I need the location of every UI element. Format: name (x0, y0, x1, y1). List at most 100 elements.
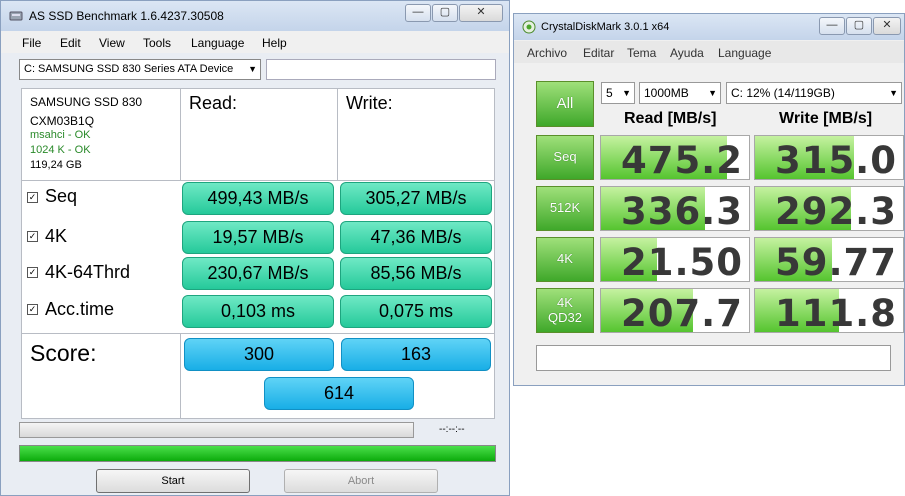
512k-write-cell: 292.3 (754, 186, 904, 231)
disk-icon (9, 11, 23, 21)
drive-model: SAMSUNG SSD 830 (30, 95, 143, 109)
seq-write-value: 305,27 MB/s (340, 182, 492, 215)
menu-edit[interactable]: Edit (60, 36, 81, 50)
drive-size: 119,24 GB (30, 159, 82, 171)
4k-label: 4K (45, 226, 68, 246)
all-button[interactable]: All (536, 81, 594, 127)
drive-firmware: CXM03B1Q (30, 114, 95, 128)
score-label-panel: Score: (21, 333, 181, 419)
4k64-read-value: 230,67 MB/s (182, 257, 334, 290)
acctime-checkbox[interactable]: ✓ (27, 304, 38, 315)
start-button[interactable]: Start (96, 469, 250, 493)
drive-extra-field (266, 59, 496, 80)
cdm-read-header: Read [MB/s] (624, 110, 717, 127)
4k64-label: 4K-64Thrd (45, 262, 131, 282)
as-ssd-window: AS SSD Benchmark 1.6.4237.30508 — ▢ ✕ Fi… (0, 0, 510, 496)
seq-read-cell: 475.2 (600, 135, 750, 180)
dropdown-arrow-icon: ▼ (889, 88, 898, 98)
total-progress-bar (19, 445, 496, 462)
score-write: 163 (341, 338, 491, 371)
cdm-drive-select[interactable]: C: 12% (14/119GB) ▼ (726, 82, 902, 104)
score-total: 614 (264, 377, 414, 410)
512k-read-cell: 336.3 (600, 186, 750, 231)
close-button[interactable]: ✕ (459, 4, 503, 22)
cdm-menu-editar[interactable]: Editar (583, 46, 614, 60)
menu-bar: File Edit View Tools Language Help (1, 31, 509, 53)
acctime-write-value: 0,075 ms (340, 295, 492, 328)
test-progress-bar (19, 422, 414, 438)
4k-read-value: 19,57 MB/s (182, 221, 334, 254)
acctime-read-value: 0,103 ms (182, 295, 334, 328)
cdm-maximize-button[interactable]: ▢ (846, 17, 872, 35)
4k-qd32-read-result: 207.7 (620, 292, 743, 333)
dropdown-arrow-icon: ▼ (248, 64, 257, 74)
4k64-write-value: 85,56 MB/s (340, 257, 492, 290)
4k-write-value: 47,36 MB/s (340, 221, 492, 254)
dropdown-arrow-icon: ▼ (622, 88, 631, 98)
menu-file[interactable]: File (22, 36, 41, 50)
test-count-select[interactable]: 5 ▼ (601, 82, 635, 104)
4k-read-cell: 21.50 (600, 237, 750, 282)
seq-test-button[interactable]: Seq (536, 135, 594, 180)
4k-write-cell: 59.77 (754, 237, 904, 282)
window-title: AS SSD Benchmark 1.6.4237.30508 (29, 9, 224, 23)
menu-view[interactable]: View (99, 36, 125, 50)
cdm-minimize-button[interactable]: — (819, 17, 845, 35)
write-header: Write: (346, 93, 393, 113)
seq-read-value: 499,43 MB/s (182, 182, 334, 215)
seq-read-result: 475.2 (620, 139, 743, 180)
cdm-menu-language[interactable]: Language (718, 46, 771, 60)
abort-button[interactable]: Abort (284, 469, 438, 493)
minimize-button[interactable]: — (405, 4, 431, 22)
as-ssd-titlebar: AS SSD Benchmark 1.6.4237.30508 — ▢ ✕ (1, 1, 509, 31)
4k-qd32-label-line2: QD32 (548, 309, 582, 325)
drive-select-value: C: SAMSUNG SSD 830 Series ATA Device (24, 63, 234, 75)
menu-language[interactable]: Language (191, 36, 244, 50)
acctime-label: Acc.time (45, 299, 115, 319)
cdm-write-header: Write [MB/s] (779, 110, 873, 127)
test-size-value: 1000MB (644, 86, 689, 100)
512k-test-button[interactable]: 512K (536, 186, 594, 231)
maximize-button[interactable]: ▢ (432, 4, 458, 22)
cdm-menu-archivo[interactable]: Archivo (527, 46, 567, 60)
4k-qd32-test-button[interactable]: 4K QD32 (536, 288, 594, 333)
512k-write-result: 292.3 (774, 190, 897, 231)
4k-write-result: 59.77 (774, 241, 897, 282)
512k-read-result: 336.3 (620, 190, 743, 231)
crystal-icon (522, 20, 536, 34)
read-header-panel: Read: (180, 88, 338, 181)
write-header-panel: Write: (337, 88, 495, 181)
4k-test-button[interactable]: 4K (536, 237, 594, 282)
seq-write-result: 315.0 (774, 139, 897, 180)
4k64-checkbox[interactable]: ✓ (27, 267, 38, 278)
elapsed-time: --:--:-- (439, 424, 465, 435)
menu-help[interactable]: Help (262, 36, 287, 50)
menu-tools[interactable]: Tools (143, 36, 171, 50)
crystaldiskmark-window: CrystalDiskMark 3.0.1 x64 — ▢ ✕ Archivo … (513, 13, 905, 386)
seq-write-cell: 315.0 (754, 135, 904, 180)
comment-field[interactable] (536, 345, 891, 371)
dropdown-arrow-icon: ▼ (708, 88, 717, 98)
cdm-close-button[interactable]: ✕ (873, 17, 901, 35)
alignment-status: 1024 K - OK (30, 144, 91, 156)
total-progress-fill (20, 446, 495, 461)
cdm-drive-value: C: 12% (14/119GB) (731, 86, 835, 100)
4k-checkbox[interactable]: ✓ (27, 231, 38, 242)
score-label: Score: (30, 340, 97, 366)
cdm-menu-ayuda[interactable]: Ayuda (670, 46, 704, 60)
cdm-menu-bar: Archivo Editar Tema Ayuda Language (514, 41, 904, 63)
cdm-window-title: CrystalDiskMark 3.0.1 x64 (541, 21, 670, 33)
cdm-menu-tema[interactable]: Tema (627, 46, 656, 60)
drive-select[interactable]: C: SAMSUNG SSD 830 Series ATA Device ▼ (19, 59, 261, 80)
seq-checkbox[interactable]: ✓ (27, 192, 38, 203)
4k-qd32-read-cell: 207.7 (600, 288, 750, 333)
read-header: Read: (189, 93, 238, 113)
4k-qd32-label-line1: 4K (557, 294, 573, 310)
test-size-select[interactable]: 1000MB ▼ (639, 82, 721, 104)
driver-status: msahci - OK (30, 129, 91, 141)
4k-read-result: 21.50 (620, 241, 743, 282)
4k-qd32-write-cell: 111.8 (754, 288, 904, 333)
score-read: 300 (184, 338, 334, 371)
drive-info-panel: SAMSUNG SSD 830 CXM03B1Q msahci - OK 102… (21, 88, 181, 181)
4k-qd32-write-result: 111.8 (774, 292, 897, 333)
